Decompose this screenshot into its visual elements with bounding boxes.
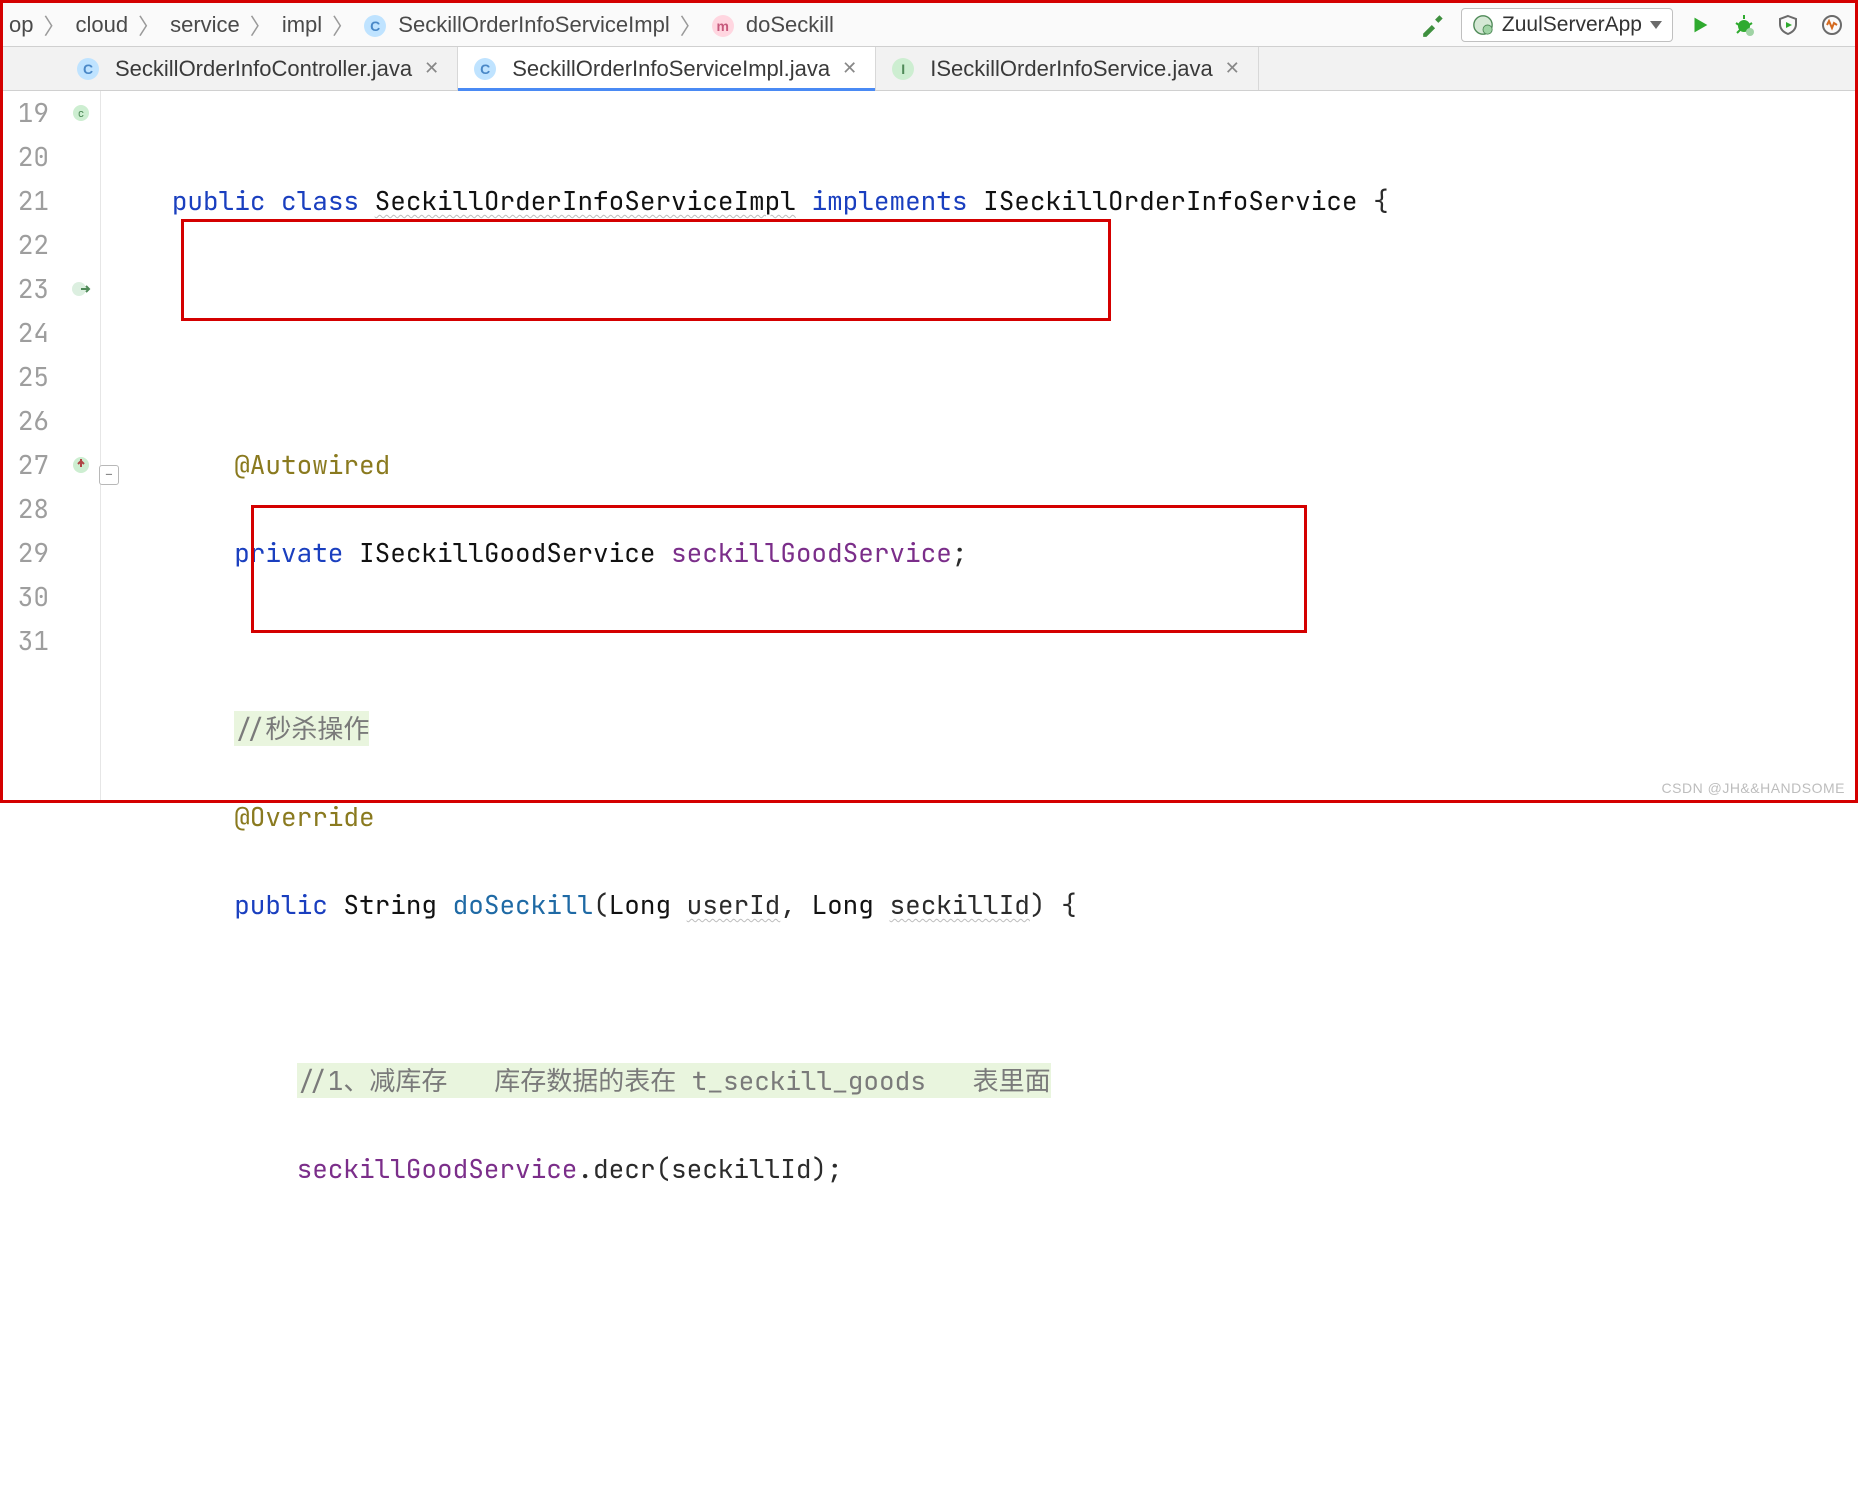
run-button[interactable] [1683, 8, 1717, 42]
run-config-label: ZuulServerApp [1502, 13, 1642, 37]
chevron-right-icon: 〉 [676, 9, 706, 41]
activity-icon [1820, 13, 1844, 37]
class-icon: C [364, 15, 386, 37]
tab-label: ISeckillOrderInfoService.java [930, 56, 1212, 82]
code-line: seckillGoodService.decr(seckillId); [125, 1147, 1855, 1191]
close-icon[interactable]: ✕ [1223, 58, 1242, 79]
code-line: public String doSeckill(Long userId, Lon… [125, 883, 1855, 927]
breadcrumb-method[interactable]: m doSeckill [706, 10, 840, 40]
line-number[interactable]: 23 [3, 267, 49, 311]
profile-button[interactable] [1815, 8, 1849, 42]
run-config-select[interactable]: ZuulServerApp [1461, 8, 1673, 42]
build-button[interactable] [1417, 8, 1451, 42]
editor-tabs: C SeckillOrderInfoController.java ✕ C Se… [3, 47, 1855, 91]
watermark-text: CSDN @JH&&HANDSOME [1662, 780, 1845, 796]
line-number-gutter: 19 20 21 22 23 24 25 26 27 28 29 30 31 [3, 91, 61, 800]
highlight-annotation-box [251, 505, 1307, 633]
tab-label: SeckillOrderInfoServiceImpl.java [512, 56, 830, 82]
line-number[interactable]: 24 [3, 311, 49, 355]
navigation-bar: op 〉 cloud 〉 service 〉 impl 〉 C SeckillO… [3, 3, 1855, 47]
code-editor[interactable]: 19 20 21 22 23 24 25 26 27 28 29 30 31 c [3, 91, 1855, 800]
class-icon: C [77, 58, 99, 80]
code-line: //秒杀操作 [125, 707, 1855, 751]
breadcrumb-segment[interactable]: op [3, 10, 39, 40]
code-line [125, 355, 1855, 399]
bean-gutter-icon[interactable] [61, 267, 101, 311]
breadcrumb-segment[interactable]: impl [276, 10, 328, 40]
tab-label: SeckillOrderInfoController.java [115, 56, 412, 82]
bug-icon [1732, 13, 1756, 37]
dropdown-icon [1650, 21, 1662, 29]
play-icon [1689, 14, 1711, 36]
breadcrumb: op 〉 cloud 〉 service 〉 impl 〉 C SeckillO… [3, 9, 1397, 41]
line-number[interactable]: 31 [3, 619, 49, 663]
code-line: @Autowired [125, 443, 1855, 487]
code-line: @Override [125, 795, 1855, 839]
line-number[interactable]: 30 [3, 575, 49, 619]
implements-gutter-icon[interactable]: c [61, 91, 101, 135]
code-line [125, 971, 1855, 1015]
line-number[interactable]: 20 [3, 135, 49, 179]
debug-button[interactable] [1727, 8, 1761, 42]
shield-run-icon [1776, 13, 1800, 37]
breadcrumb-segment[interactable]: cloud [70, 10, 135, 40]
breadcrumb-method-label: doSeckill [746, 12, 834, 37]
tab-controller[interactable]: C SeckillOrderInfoController.java ✕ [61, 47, 458, 90]
tab-interface[interactable]: I ISeckillOrderInfoService.java ✕ [876, 47, 1259, 90]
line-number[interactable]: 25 [3, 355, 49, 399]
code-content[interactable]: – public class SeckillOrderInfoServiceIm… [101, 91, 1855, 800]
line-number[interactable]: 22 [3, 223, 49, 267]
chevron-right-icon: 〉 [39, 9, 69, 41]
breadcrumb-class-label: SeckillOrderInfoServiceImpl [398, 12, 669, 37]
hammer-icon [1421, 12, 1447, 38]
spring-boot-icon [1472, 14, 1494, 36]
coverage-button[interactable] [1771, 8, 1805, 42]
interface-icon: I [892, 58, 914, 80]
highlight-annotation-box [181, 219, 1111, 321]
line-number[interactable]: 29 [3, 531, 49, 575]
chevron-right-icon: 〉 [328, 9, 358, 41]
code-line [125, 1235, 1855, 1279]
close-icon[interactable]: ✕ [840, 58, 859, 79]
toolbar-actions: ZuulServerApp [1397, 8, 1849, 42]
line-number[interactable]: 28 [3, 487, 49, 531]
svg-text:c: c [77, 107, 84, 121]
fold-toggle-icon[interactable]: – [99, 465, 119, 485]
chevron-right-icon: 〉 [134, 9, 164, 41]
breadcrumb-segment[interactable]: service [164, 10, 246, 40]
screenshot-root: op 〉 cloud 〉 service 〉 impl 〉 C SeckillO… [0, 0, 1858, 803]
line-number[interactable]: 21 [3, 179, 49, 223]
line-number[interactable]: 27 [3, 443, 49, 487]
marker-gutter: c [61, 91, 101, 800]
chevron-right-icon: 〉 [246, 9, 276, 41]
class-icon: C [474, 58, 496, 80]
override-gutter-icon[interactable] [61, 443, 101, 487]
code-line: //1、减库存 库存数据的表在 t_seckill_goods 表里面 [125, 1059, 1855, 1103]
close-icon[interactable]: ✕ [422, 58, 441, 79]
line-number[interactable]: 19 [3, 91, 49, 135]
tab-service-impl[interactable]: C SeckillOrderInfoServiceImpl.java ✕ [458, 47, 876, 90]
code-line: public class SeckillOrderInfoServiceImpl… [125, 179, 1855, 223]
method-icon: m [712, 15, 734, 37]
line-number[interactable]: 26 [3, 399, 49, 443]
breadcrumb-class[interactable]: C SeckillOrderInfoServiceImpl [358, 10, 676, 40]
